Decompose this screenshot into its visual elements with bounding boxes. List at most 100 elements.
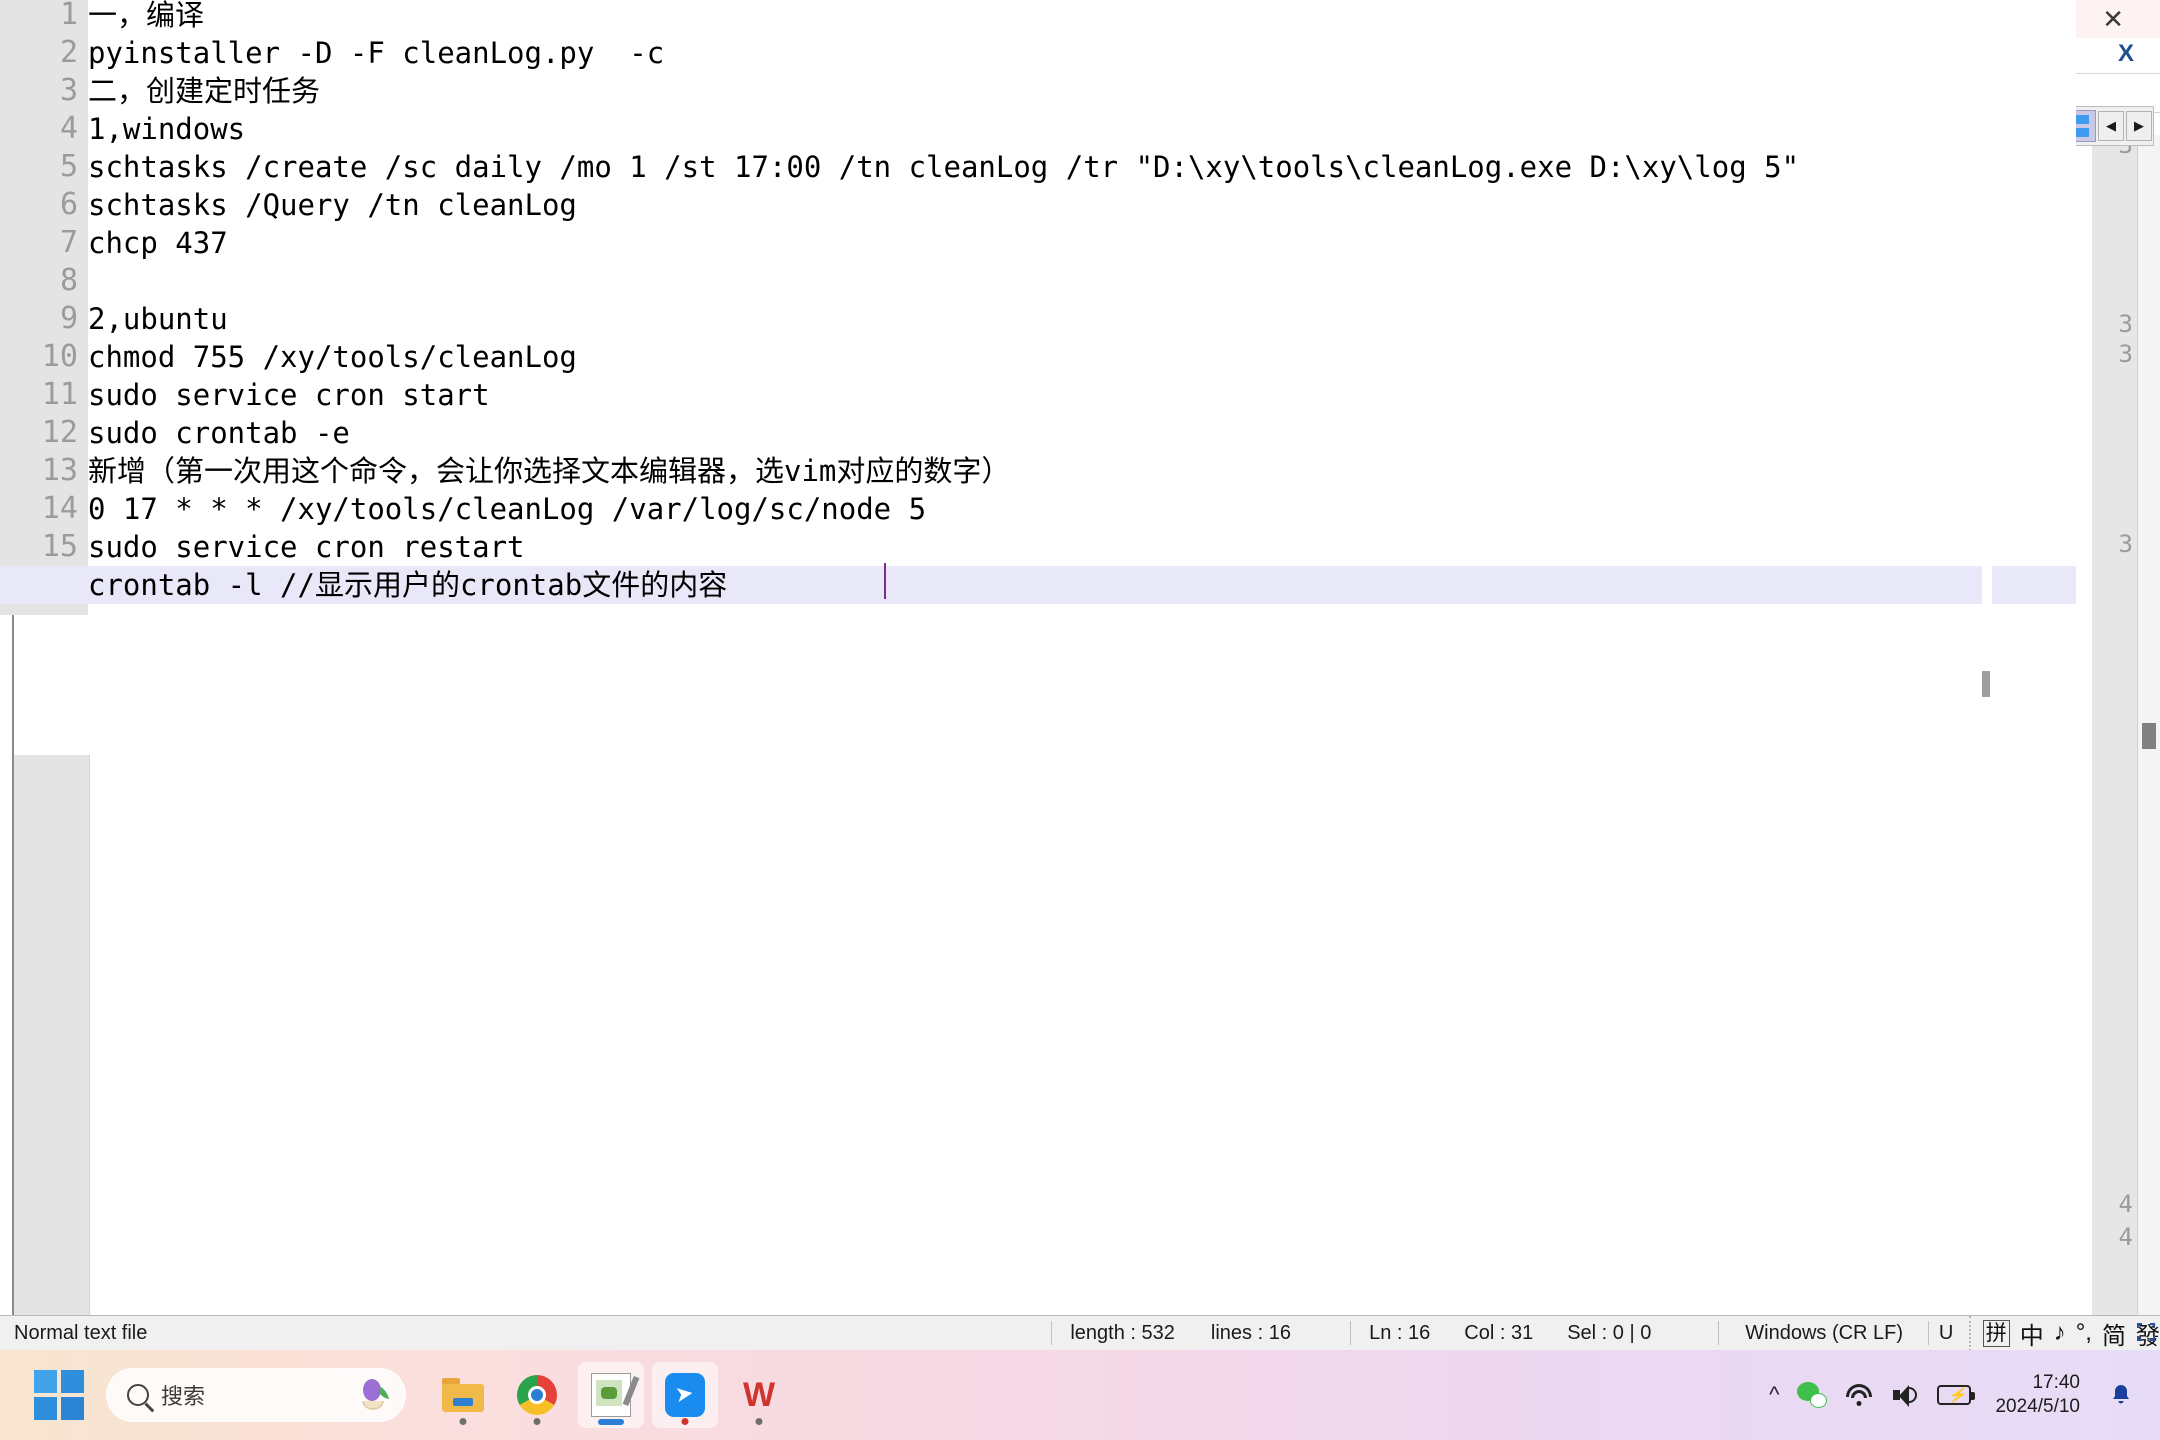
taskbar-search-box[interactable]: 搜索 bbox=[106, 1368, 406, 1422]
taskbar-app-notepad-plus-plus[interactable] bbox=[578, 1362, 644, 1428]
editor-empty-area[interactable] bbox=[0, 615, 2076, 1325]
line-number: 13 bbox=[41, 453, 78, 488]
status-sel: Sel : 0 | 0 bbox=[1567, 1321, 1652, 1344]
wechat-icon[interactable] bbox=[1797, 1382, 1828, 1408]
code-line: schtasks /create /sc daily /mo 1 /st 17:… bbox=[88, 150, 1800, 184]
line-number: 2 bbox=[59, 35, 78, 70]
taskbar-app-dingtalk[interactable] bbox=[652, 1362, 718, 1428]
scrollbar-thumb[interactable] bbox=[1982, 671, 1990, 697]
background-line-number: 4 bbox=[2118, 1223, 2133, 1251]
status-bar: Normal text file length : 532 lines : 16… bbox=[0, 1315, 2160, 1351]
chrome-icon bbox=[517, 1375, 557, 1415]
active-indicator bbox=[598, 1419, 624, 1425]
resize-grip-icon[interactable] bbox=[2136, 1322, 2156, 1342]
taskbar-app-file-explorer[interactable] bbox=[430, 1362, 496, 1428]
code-line: 二，创建定时任务 bbox=[88, 74, 321, 108]
background-line-number: 3 bbox=[2118, 310, 2133, 338]
background-line-number: 4 bbox=[2118, 1190, 2133, 1218]
line-number: 12 bbox=[41, 415, 78, 450]
line-number-gutter: 1 2 3 4 5 6 7 8 9 10 11 12 13 14 15 16 bbox=[0, 0, 88, 615]
ime-pinyin-icon[interactable]: 拼 bbox=[1982, 1319, 2010, 1347]
ime-note-icon[interactable]: ♪ bbox=[2054, 1319, 2066, 1347]
running-indicator bbox=[755, 1418, 763, 1425]
line-number: 4 bbox=[59, 111, 78, 146]
background-line-number: 3 bbox=[2118, 340, 2133, 368]
taskbar-clock[interactable]: 17:40 2024/5/10 bbox=[1995, 1371, 2080, 1419]
windows-taskbar: 搜索 ➤ W ^ ⚡ 17:40 2024/5/10 bbox=[0, 1350, 2160, 1440]
code-line: 2,ubuntu bbox=[88, 302, 228, 336]
background-line-number: 3 bbox=[2118, 530, 2133, 558]
background-line-number-gutter: 3 3 3 3 4 4 bbox=[2092, 131, 2138, 1350]
close-icon[interactable]: ✕ bbox=[2102, 4, 2124, 35]
background-selection-block bbox=[2142, 723, 2156, 749]
line-number: 8 bbox=[59, 263, 78, 298]
status-col: Col : 31 bbox=[1464, 1321, 1534, 1344]
text-caret bbox=[884, 563, 886, 599]
system-tray: ^ ⚡ 17:40 2024/5/10 bbox=[1769, 1371, 2160, 1419]
status-eol[interactable]: Windows (CR LF) bbox=[1719, 1316, 1928, 1350]
notification-bell-icon[interactable] bbox=[2108, 1382, 2134, 1408]
screen: ✕ X 3 3 3 3 4 4 ◀ ◀ ▶ 1 bbox=[0, 0, 2160, 1440]
background-lower-gutter bbox=[14, 755, 90, 1325]
code-line: 1,windows bbox=[88, 112, 246, 146]
code-line: sudo service cron start bbox=[88, 378, 490, 412]
code-line: 新增（第一次用这个命令，会让你选择文本编辑器，选vim对应的数字） bbox=[88, 454, 1011, 488]
tab-close-icon[interactable]: X bbox=[2118, 40, 2134, 68]
code-line-current: crontab -l //显示用户的crontab文件的内容 bbox=[0, 566, 2076, 604]
windows-logo-icon bbox=[34, 1370, 84, 1420]
line-number: 3 bbox=[59, 73, 78, 108]
battery-icon[interactable]: ⚡ bbox=[1937, 1385, 1976, 1405]
code-line: 0 17 * * * /xy/tools/cleanLog /var/log/s… bbox=[88, 492, 927, 526]
line-number: 5 bbox=[59, 149, 78, 184]
search-highlight-image bbox=[355, 1377, 393, 1415]
code-line: pyinstaller -D -F cleanLog.py -c bbox=[88, 36, 665, 70]
line-number: 9 bbox=[59, 301, 78, 336]
status-lines: lines : 16 bbox=[1210, 1321, 1291, 1344]
status-position-group: Ln : 16 Col : 31 Sel : 0 | 0 bbox=[1351, 1316, 1718, 1350]
code-line: chcp 437 bbox=[88, 226, 228, 260]
code-line: 一，编译 bbox=[88, 0, 205, 32]
taskbar-app-wps-office[interactable]: W bbox=[726, 1362, 792, 1428]
running-indicator bbox=[533, 1418, 541, 1425]
clock-date: 2024/5/10 bbox=[1995, 1396, 2080, 1417]
nav-prev-button[interactable]: ◀ bbox=[2098, 111, 2124, 141]
status-encoding[interactable]: U bbox=[1929, 1316, 1969, 1350]
notepad-plus-plus-icon bbox=[591, 1373, 640, 1417]
taskbar-app-list: W bbox=[430, 1362, 792, 1428]
clock-time: 17:40 bbox=[2032, 1372, 2080, 1393]
ime-simplified-icon[interactable]: 简 bbox=[2102, 1316, 2126, 1351]
alert-indicator bbox=[681, 1418, 689, 1425]
code-line: sudo service cron restart bbox=[88, 530, 525, 564]
status-doc-type: Normal text file bbox=[14, 1321, 148, 1344]
folder-icon bbox=[442, 1378, 484, 1412]
search-placeholder: 搜索 bbox=[161, 1384, 206, 1409]
line-number: 6 bbox=[59, 187, 78, 222]
taskbar-app-google-chrome[interactable] bbox=[504, 1362, 570, 1428]
ime-toolbar[interactable]: 拼 中 ♪ °, 简 發 bbox=[1968, 1315, 2160, 1351]
line-number: 14 bbox=[41, 491, 78, 526]
search-icon bbox=[127, 1384, 149, 1406]
ime-punctuation-icon[interactable]: °, bbox=[2076, 1319, 2092, 1347]
line-number: 11 bbox=[41, 377, 78, 412]
vertical-scrollbar[interactable] bbox=[1982, 96, 1992, 1325]
dingtalk-icon bbox=[665, 1373, 705, 1417]
code-area[interactable]: 一，编译 pyinstaller -D -F cleanLog.py -c 二，… bbox=[0, 0, 2076, 615]
line-number: 7 bbox=[59, 225, 78, 260]
volume-icon[interactable] bbox=[1891, 1383, 1919, 1407]
running-indicator bbox=[459, 1418, 467, 1425]
wps-icon: W bbox=[742, 1376, 776, 1414]
ime-chinese-mode-icon[interactable]: 中 bbox=[2020, 1316, 2044, 1351]
line-number: 1 bbox=[59, 0, 78, 32]
code-line: sudo crontab -e bbox=[88, 416, 350, 450]
tray-overflow-icon[interactable]: ^ bbox=[1769, 1382, 1779, 1408]
status-length-group: length : 532 lines : 16 bbox=[1052, 1316, 1350, 1350]
wifi-icon[interactable] bbox=[1845, 1384, 1873, 1406]
text-editor[interactable]: 1 2 3 4 5 6 7 8 9 10 11 12 13 14 15 16 一… bbox=[0, 0, 2076, 1325]
status-ln: Ln : 16 bbox=[1369, 1321, 1431, 1344]
background-editor-strip: 3 3 3 3 4 4 bbox=[2070, 113, 2160, 1350]
nav-next-button[interactable]: ▶ bbox=[2126, 111, 2152, 141]
start-button[interactable] bbox=[32, 1368, 86, 1422]
status-length: length : 532 bbox=[1070, 1321, 1175, 1344]
line-number: 15 bbox=[41, 529, 78, 564]
code-line: chmod 755 /xy/tools/cleanLog bbox=[88, 340, 577, 374]
